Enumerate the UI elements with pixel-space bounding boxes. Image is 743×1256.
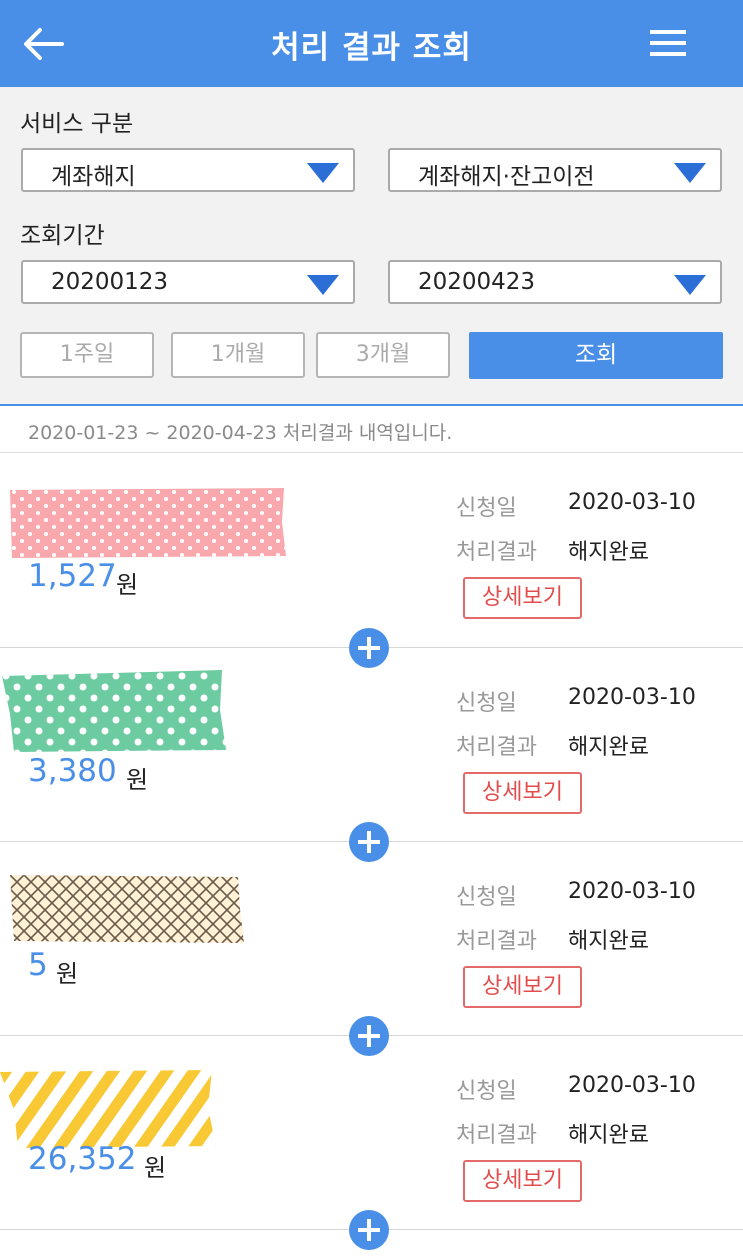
apply-date-value: 2020-03-10 — [568, 685, 696, 710]
result-value: 해지완료 — [568, 540, 649, 565]
service-select-secondary[interactable]: 계좌해지·잔고이전 — [388, 148, 722, 192]
result-value: 해지완료 — [568, 1123, 649, 1148]
apply-date-value: 2020-03-10 — [568, 1073, 696, 1098]
page-title: 처리 결과 조회 — [271, 30, 472, 66]
list-item: 26,352 원 신청일 2020-03-10 처리결과 해지완료 상세보기 — [0, 1036, 743, 1230]
service-select-primary-value: 계좌해지 — [51, 164, 136, 190]
detail-button[interactable]: 상세보기 — [463, 966, 582, 1008]
detail-button[interactable]: 상세보기 — [463, 772, 582, 814]
filter-panel: 서비스 구분 계좌해지 계좌해지·잔고이전 조회기간 20200123 2020… — [0, 87, 743, 406]
date-to-value: 20200423 — [418, 269, 536, 295]
amount-value: 3,380 — [28, 753, 117, 789]
result-label: 처리결과 — [456, 929, 537, 954]
result-label: 처리결과 — [456, 1123, 537, 1148]
apply-date-label: 신청일 — [456, 885, 517, 910]
result-value: 해지완료 — [568, 735, 649, 760]
result-range-text: 2020-01-23 ~ 2020-04-23 처리결과 내역입니다. — [28, 422, 453, 444]
list-item: 3,380 원 신청일 2020-03-10 처리결과 해지완료 상세보기 — [0, 648, 743, 842]
crosshatch-tape-image — [10, 875, 244, 943]
period-label: 조회기간 — [20, 223, 105, 249]
apply-date-label: 신청일 — [456, 691, 517, 716]
service-select-secondary-value: 계좌해지·잔고이전 — [418, 164, 595, 190]
date-from-select[interactable]: 20200123 — [21, 260, 355, 304]
period-1month-button[interactable]: 1개월 — [171, 332, 305, 378]
amount-value: 5 — [28, 947, 48, 983]
service-select-primary[interactable]: 계좌해지 — [21, 148, 355, 192]
date-to-select[interactable]: 20200423 — [388, 260, 722, 304]
amount-value: 1,527 — [28, 558, 117, 594]
dropdown-arrow-icon — [674, 275, 706, 295]
yellow-stripes-tape-image — [0, 1070, 216, 1148]
result-label: 처리결과 — [456, 540, 537, 565]
date-from-value: 20200123 — [51, 269, 169, 295]
list-item: 1,527 원 신청일 2020-03-10 처리결과 해지완료 상세보기 — [0, 453, 743, 647]
amount-value: 26,352 — [28, 1141, 137, 1177]
pink-dots-tape-image — [10, 488, 286, 558]
detail-button[interactable]: 상세보기 — [463, 1160, 582, 1202]
result-label: 처리결과 — [456, 735, 537, 760]
app-header: 처리 결과 조회 — [0, 0, 743, 87]
amount-unit: 원 — [56, 960, 79, 988]
plus-expand-icon[interactable] — [349, 1210, 389, 1250]
apply-date-value: 2020-03-10 — [568, 490, 696, 515]
period-1week-button[interactable]: 1주일 — [20, 332, 154, 378]
result-value: 해지완료 — [568, 929, 649, 954]
apply-date-label: 신청일 — [456, 496, 517, 521]
search-button[interactable]: 조회 — [469, 332, 723, 379]
list-item: 5 원 신청일 2020-03-10 처리결과 해지완료 상세보기 — [0, 842, 743, 1036]
dropdown-arrow-icon — [674, 163, 706, 183]
amount-unit: 원 — [144, 1154, 167, 1182]
hamburger-menu-icon[interactable] — [648, 27, 688, 59]
period-3month-button[interactable]: 3개월 — [316, 332, 450, 378]
service-type-label: 서비스 구분 — [20, 111, 134, 137]
amount-unit: 원 — [126, 766, 149, 794]
apply-date-value: 2020-03-10 — [568, 879, 696, 904]
apply-date-label: 신청일 — [456, 1079, 517, 1104]
green-dots-tape-image — [2, 670, 226, 752]
dropdown-arrow-icon — [307, 275, 339, 295]
dropdown-arrow-icon — [307, 163, 339, 183]
detail-button[interactable]: 상세보기 — [463, 577, 582, 619]
amount-unit: 원 — [116, 571, 139, 599]
